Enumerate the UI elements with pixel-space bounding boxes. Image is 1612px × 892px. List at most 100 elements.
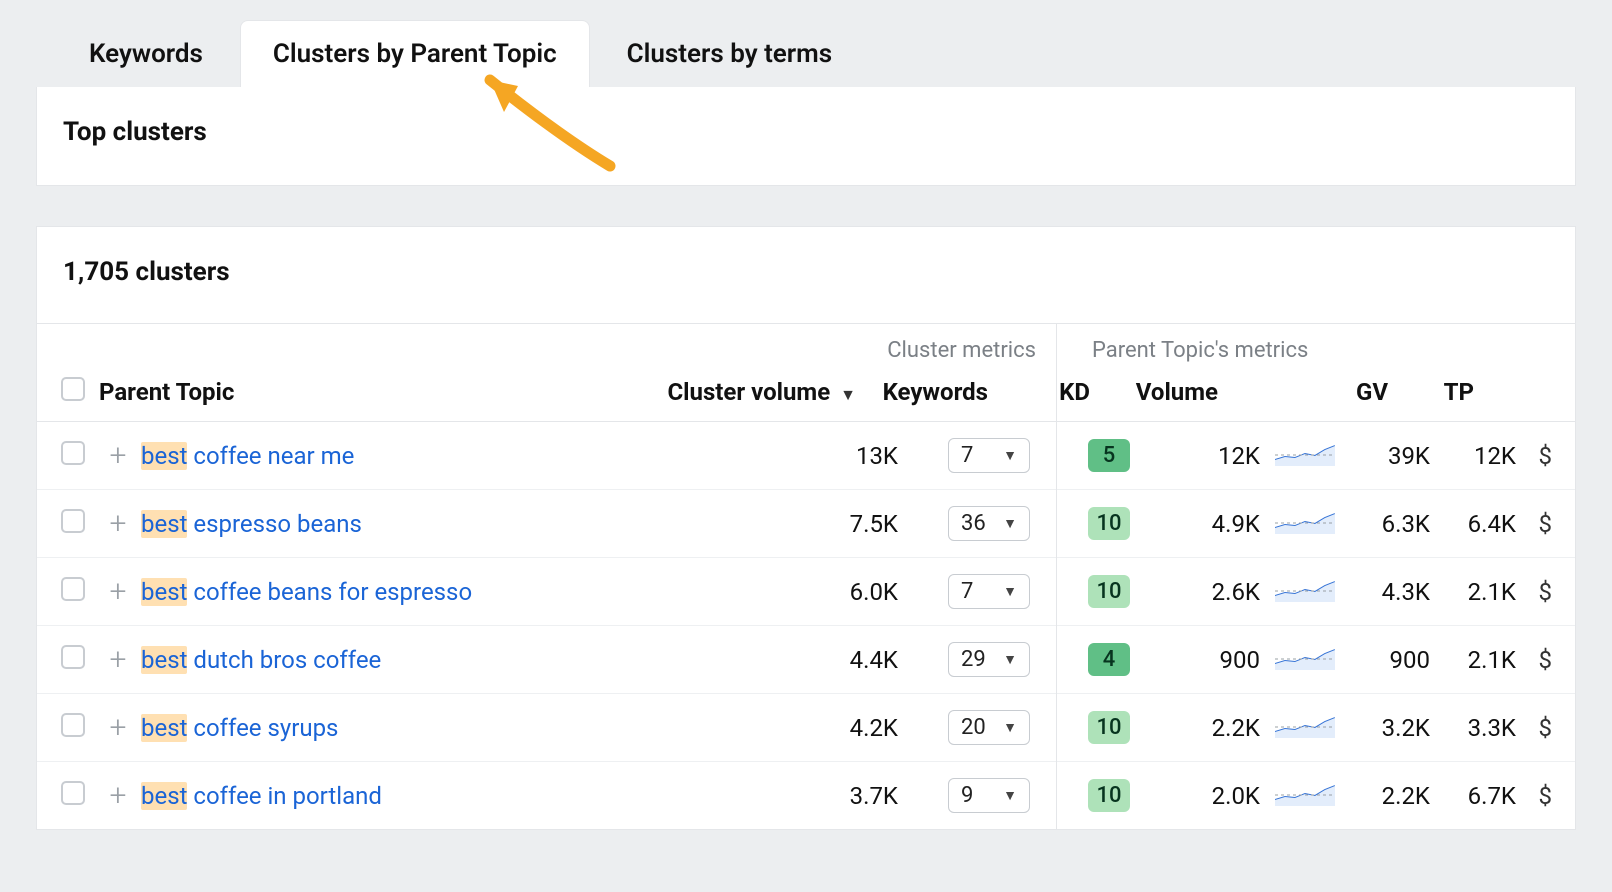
keywords-dropdown[interactable]: 9 ▼ [948, 778, 1030, 813]
col-cluster-volume-label: Cluster volume [667, 378, 830, 406]
parent-topic-link[interactable]: best coffee syrups [141, 714, 338, 742]
highlighted-term: best [141, 646, 187, 674]
row-checkbox[interactable] [61, 713, 85, 737]
tail-currency-icon: $ [1516, 782, 1556, 810]
col-kd[interactable]: KD [1014, 378, 1094, 406]
chevron-down-icon: ▼ [1003, 651, 1017, 668]
tail-currency-icon: $ [1516, 646, 1556, 674]
tail-currency-icon: $ [1516, 578, 1556, 606]
table-row: + best coffee in portland 3.7K 9 ▼ 10 2.… [37, 761, 1575, 829]
clusters-table: Cluster metrics Parent Topic's metrics P… [37, 323, 1575, 829]
topic-rest: coffee syrups [187, 714, 338, 742]
cluster-volume-value: 3.7K [676, 782, 908, 810]
tp-value: 2.1K [1430, 578, 1516, 606]
row-checkbox[interactable] [61, 577, 85, 601]
gv-value: 4.3K [1344, 578, 1430, 606]
kd-badge: 4 [1088, 643, 1130, 676]
chevron-down-icon: ▼ [1003, 447, 1017, 464]
gv-value: 3.2K [1344, 714, 1430, 742]
col-volume[interactable]: Volume [1094, 378, 1224, 406]
clusters-panel: 1,705 clusters Cluster metrics Parent To… [36, 226, 1576, 830]
row-checkbox[interactable] [61, 509, 85, 533]
keywords-dropdown[interactable]: 20 ▼ [948, 710, 1030, 745]
keywords-value: 9 [961, 783, 973, 808]
cluster-volume-value: 13K [676, 442, 908, 470]
expand-icon[interactable]: + [110, 713, 127, 743]
gv-value: 900 [1344, 646, 1430, 674]
table-row: + best coffee near me 13K 7 ▼ 5 12K [37, 421, 1575, 489]
gv-value: 2.2K [1344, 782, 1430, 810]
col-cluster-volume[interactable]: Cluster volume ▼ [634, 378, 866, 406]
highlighted-term: best [141, 510, 187, 538]
col-gv[interactable]: GV [1302, 378, 1388, 406]
sparkline-icon [1275, 508, 1335, 534]
sparkline-icon [1275, 440, 1335, 466]
keywords-dropdown[interactable]: 29 ▼ [948, 642, 1030, 677]
row-checkbox[interactable] [61, 645, 85, 669]
kd-badge: 10 [1088, 711, 1130, 744]
row-checkbox[interactable] [61, 781, 85, 805]
col-keywords[interactable]: Keywords [866, 378, 1014, 406]
keywords-dropdown[interactable]: 36 ▼ [948, 506, 1030, 541]
sparkline-icon [1275, 780, 1335, 806]
topic-rest: coffee near me [187, 442, 354, 470]
keywords-value: 7 [961, 443, 973, 468]
expand-icon[interactable]: + [110, 645, 127, 675]
select-all-checkbox[interactable] [61, 377, 85, 401]
sort-desc-icon: ▼ [840, 385, 856, 404]
keywords-value: 36 [961, 511, 986, 536]
keywords-dropdown[interactable]: 7 ▼ [948, 574, 1030, 609]
keywords-value: 20 [961, 715, 986, 740]
view-tabs: Keywords Clusters by Parent Topic Cluste… [0, 0, 1612, 87]
volume-value: 2.6K [1136, 578, 1266, 606]
sparkline-icon [1275, 576, 1335, 602]
highlighted-term: best [141, 714, 187, 742]
chevron-down-icon: ▼ [1003, 719, 1017, 736]
parent-topic-link[interactable]: best dutch bros coffee [141, 646, 381, 674]
volume-value: 2.2K [1136, 714, 1266, 742]
tail-currency-icon: $ [1516, 510, 1556, 538]
sparkline-icon [1275, 644, 1335, 670]
tp-value: 6.7K [1430, 782, 1516, 810]
kd-badge: 5 [1088, 439, 1130, 472]
topic-rest: dutch bros coffee [187, 646, 381, 674]
expand-icon[interactable]: + [110, 441, 127, 471]
sparkline-icon [1275, 712, 1335, 738]
group-header-parent-metrics: Parent Topic's metrics [1056, 338, 1575, 363]
tab-keywords[interactable]: Keywords [56, 20, 236, 87]
table-row: + best espresso beans 7.5K 36 ▼ 10 4.9K [37, 489, 1575, 557]
kd-badge: 10 [1088, 507, 1130, 540]
keywords-dropdown[interactable]: 7 ▼ [948, 438, 1030, 473]
volume-value: 2.0K [1136, 782, 1266, 810]
parent-topic-link[interactable]: best coffee near me [141, 442, 354, 470]
expand-icon[interactable]: + [110, 781, 127, 811]
kd-badge: 10 [1088, 575, 1130, 608]
group-header-cluster-metrics: Cluster metrics [676, 338, 1056, 363]
tab-clusters-by-parent-topic[interactable]: Clusters by Parent Topic [240, 20, 590, 87]
tab-clusters-by-terms[interactable]: Clusters by terms [594, 20, 865, 87]
expand-icon[interactable]: + [110, 577, 127, 607]
row-checkbox[interactable] [61, 441, 85, 465]
col-tp[interactable]: TP [1388, 378, 1474, 406]
tp-value: 3.3K [1430, 714, 1516, 742]
cluster-volume-value: 4.2K [676, 714, 908, 742]
chevron-down-icon: ▼ [1003, 515, 1017, 532]
table-row: + best dutch bros coffee 4.4K 29 ▼ 4 900 [37, 625, 1575, 693]
tp-value: 2.1K [1430, 646, 1516, 674]
parent-topic-link[interactable]: best coffee beans for espresso [141, 578, 472, 606]
table-row: + best coffee beans for espresso 6.0K 7 … [37, 557, 1575, 625]
kd-badge: 10 [1088, 779, 1130, 812]
metrics-divider [1056, 324, 1057, 829]
topic-rest: coffee in portland [187, 782, 381, 810]
highlighted-term: best [141, 578, 187, 606]
tail-currency-icon: $ [1516, 442, 1556, 470]
expand-icon[interactable]: + [110, 509, 127, 539]
parent-topic-link[interactable]: best coffee in portland [141, 782, 382, 810]
volume-value: 12K [1136, 442, 1266, 470]
parent-topic-link[interactable]: best espresso beans [141, 510, 362, 538]
keywords-value: 29 [961, 647, 986, 672]
highlighted-term: best [141, 442, 187, 470]
col-parent-topic[interactable]: Parent Topic [97, 378, 634, 406]
gv-value: 6.3K [1344, 510, 1430, 538]
volume-value: 900 [1136, 646, 1266, 674]
